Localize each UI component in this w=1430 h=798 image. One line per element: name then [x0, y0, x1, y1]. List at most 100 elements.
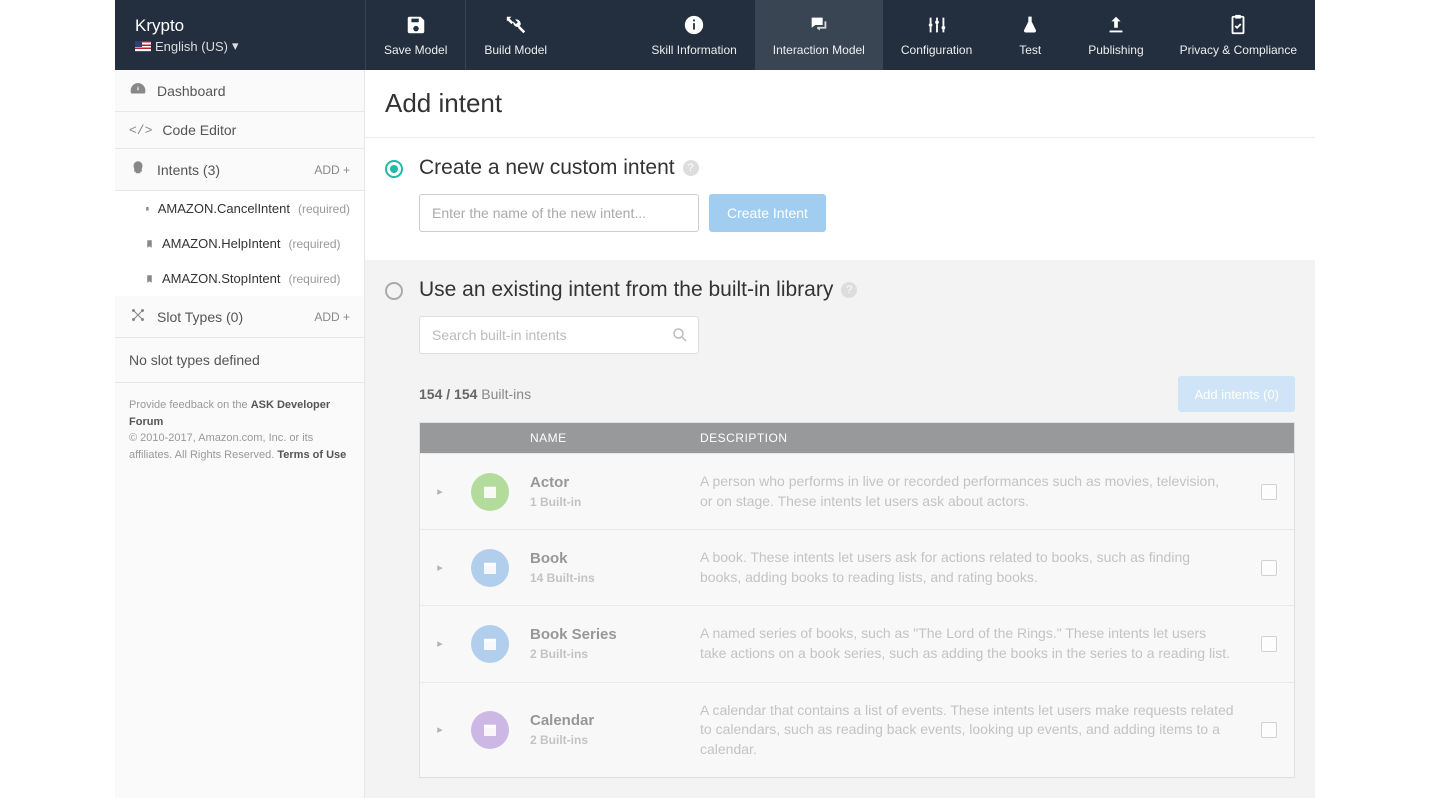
row-count: 2 Built-ins [530, 733, 588, 747]
code-icon: </> [129, 123, 152, 138]
skill-name: Krypto [135, 16, 345, 36]
row-checkbox[interactable] [1261, 560, 1277, 576]
tab-configuration[interactable]: Configuration [883, 0, 990, 70]
th-description: DESCRIPTION [690, 423, 1244, 453]
upload-icon [1105, 13, 1127, 37]
terms-link[interactable]: Terms of Use [277, 449, 346, 461]
bookmark-icon [145, 203, 150, 215]
save-model-button[interactable]: Save Model [365, 0, 465, 70]
build-model-button[interactable]: Build Model [465, 0, 565, 70]
row-count: 2 Built-ins [530, 647, 588, 661]
save-icon [405, 13, 427, 37]
add-slot-type-link[interactable]: ADD + [314, 310, 350, 324]
tab-label: Configuration [901, 43, 972, 57]
required-label: (required) [298, 202, 350, 216]
tab-test[interactable]: Test [990, 0, 1070, 70]
row-checkbox[interactable] [1261, 484, 1277, 500]
help-icon[interactable]: ? [841, 282, 857, 298]
builtin-table: NAME DESCRIPTION ▸ Actor 1 Built-in A perso… [419, 422, 1295, 778]
required-label: (required) [289, 272, 341, 286]
table-row: ▸ Calendar 2 Built-ins A calendar that cont… [420, 682, 1294, 778]
tab-privacy-compliance[interactable]: Privacy & Compliance [1162, 0, 1315, 70]
row-checkbox[interactable] [1261, 722, 1277, 738]
table-row: ▸ Book 14 Built-ins A book. These intents l… [420, 529, 1294, 605]
sidebar-intent-item[interactable]: AMAZON.StopIntent (required) [115, 261, 364, 296]
th-name: NAME [520, 423, 690, 453]
row-name: Actor [530, 474, 569, 491]
save-label: Save Model [384, 43, 447, 57]
row-count: 14 Built-ins [530, 571, 595, 585]
flask-icon [1020, 13, 1040, 37]
row-description: A book. These intents let users ask for … [690, 530, 1244, 605]
row-description: A calendar that contains a list of event… [690, 683, 1244, 778]
radio-builtin-library[interactable] [385, 282, 403, 300]
sidebar-footer: Provide feedback on the ASK Developer Fo… [115, 383, 364, 477]
expand-caret-icon[interactable]: ▸ [437, 723, 443, 736]
tab-label: Publishing [1088, 43, 1143, 57]
tab-interaction-model[interactable]: Interaction Model [755, 0, 883, 70]
help-icon[interactable]: ? [683, 160, 699, 176]
tab-skill-information[interactable]: Skill Information [633, 0, 754, 70]
required-label: (required) [289, 237, 341, 251]
clipboard-check-icon [1227, 13, 1249, 37]
search-icon [671, 326, 689, 347]
info-icon [683, 13, 705, 37]
option-title-library: Use an existing intent from the built-in… [419, 278, 833, 302]
sidebar-item-intents[interactable]: Intents (3) ADD + [115, 149, 364, 191]
gauge-icon [129, 80, 147, 101]
search-builtin-input[interactable] [419, 316, 699, 354]
expand-caret-icon[interactable]: ▸ [437, 637, 443, 650]
build-label: Build Model [484, 43, 547, 57]
sidebar-item-code-editor[interactable]: </> Code Editor [115, 112, 364, 149]
topbar: Krypto English (US) ▾ Save Model Build M… [115, 0, 1315, 70]
tab-label: Test [1019, 43, 1041, 57]
expand-caret-icon[interactable]: ▸ [437, 485, 443, 498]
bookmark-icon [145, 238, 154, 250]
tools-icon [505, 13, 527, 37]
table-row: ▸ Book Series 2 Built-ins A named series of… [420, 605, 1294, 681]
category-icon [471, 711, 509, 749]
row-checkbox[interactable] [1261, 636, 1277, 652]
add-intent-link[interactable]: ADD + [314, 163, 350, 177]
row-label: Intents (3) [157, 162, 220, 178]
tab-publishing[interactable]: Publishing [1070, 0, 1161, 70]
row-description: A named series of books, such as "The Lo… [690, 606, 1244, 681]
slot-types-icon [129, 306, 147, 327]
sidebar-intent-item[interactable]: AMAZON.HelpIntent (required) [115, 226, 364, 261]
category-icon [471, 625, 509, 663]
row-label: Code Editor [162, 122, 350, 138]
row-name: Calendar [530, 712, 594, 729]
sidebar: Dashboard </> Code Editor Intents (3) AD… [115, 70, 365, 798]
slot-types-empty: No slot types defined [115, 338, 364, 382]
page-title: Add intent [365, 70, 1315, 137]
chevron-down-icon: ▾ [232, 38, 239, 54]
new-intent-input[interactable] [419, 194, 699, 232]
flag-us-icon [135, 41, 151, 52]
radio-create-custom[interactable] [385, 160, 403, 178]
sidebar-item-slot-types[interactable]: Slot Types (0) ADD + [115, 296, 364, 338]
tab-label: Skill Information [651, 43, 736, 57]
sidebar-intent-item[interactable]: AMAZON.CancelIntent (required) [115, 191, 364, 226]
row-count: 1 Built-in [530, 495, 581, 509]
chat-icon [807, 13, 831, 37]
table-row: ▸ Actor 1 Built-in A person who performs in… [420, 453, 1294, 529]
bookmark-icon [145, 273, 154, 285]
locale-selector[interactable]: English (US) ▾ [135, 38, 345, 54]
intent-name: AMAZON.CancelIntent [158, 201, 290, 216]
builtin-count: 154 / 154 Built-ins [419, 386, 531, 402]
intent-name: AMAZON.HelpIntent [162, 236, 281, 251]
create-intent-button[interactable]: Create Intent [709, 194, 826, 232]
tab-label: Privacy & Compliance [1180, 43, 1297, 57]
option-title-custom: Create a new custom intent [419, 156, 675, 180]
add-intents-button[interactable]: Add intents (0) [1178, 376, 1295, 412]
row-description: A person who performs in live or recorde… [690, 454, 1244, 529]
row-label: Dashboard [157, 83, 350, 99]
sidebar-item-dashboard[interactable]: Dashboard [115, 70, 364, 112]
sliders-icon [926, 13, 948, 37]
row-name: Book Series [530, 626, 617, 643]
row-label: Slot Types (0) [157, 309, 243, 325]
tab-label: Interaction Model [773, 43, 865, 57]
expand-caret-icon[interactable]: ▸ [437, 561, 443, 574]
row-name: Book [530, 550, 568, 567]
category-icon [471, 473, 509, 511]
